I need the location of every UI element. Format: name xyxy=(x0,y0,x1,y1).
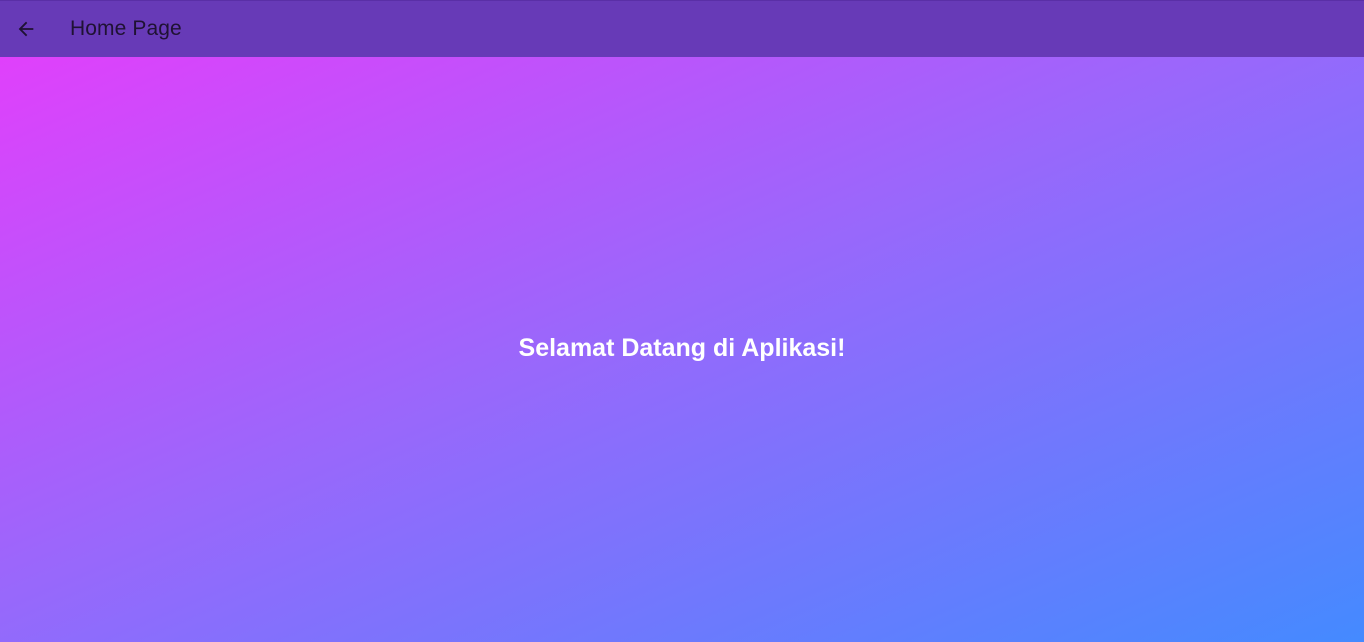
app-bar: Home Page xyxy=(0,0,1364,57)
app-window: Home Page Selamat Datang di Aplikasi! xyxy=(0,0,1364,642)
arrow-back-icon xyxy=(18,21,34,37)
back-button[interactable] xyxy=(2,5,50,53)
welcome-text: Selamat Datang di Aplikasi! xyxy=(518,334,846,362)
page-title: Home Page xyxy=(70,17,182,40)
gradient-body: Selamat Datang di Aplikasi! xyxy=(0,57,1364,642)
